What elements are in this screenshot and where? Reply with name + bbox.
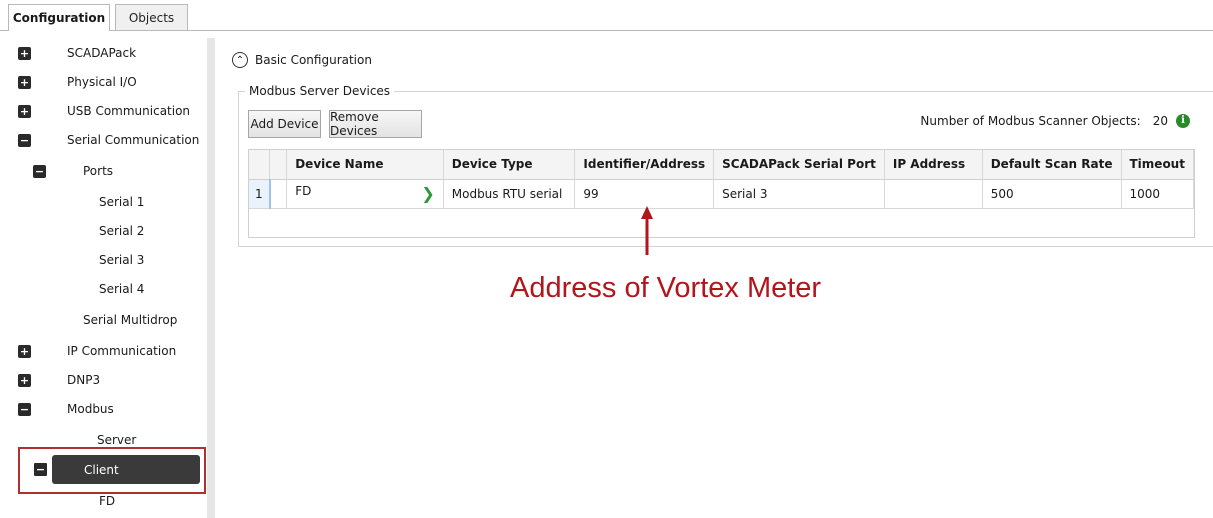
tree-item-serial-3[interactable]: Serial 3 — [99, 253, 144, 267]
expand-icon[interactable]: + — [18, 345, 31, 358]
header-spacer — [269, 150, 288, 180]
header-device-name[interactable]: Device Name — [286, 150, 444, 180]
expand-icon[interactable]: + — [18, 105, 31, 118]
tree-item-label: Modbus — [67, 402, 114, 416]
cell-ip-address[interactable] — [884, 179, 983, 209]
tree-item-serial-multidrop[interactable]: Serial Multidrop — [83, 313, 177, 327]
cell-device-name[interactable]: FD ❯ — [286, 179, 444, 209]
header-timeout[interactable]: Timeout — [1121, 150, 1194, 180]
tree-item-label: SCADAPack — [67, 46, 137, 60]
collapse-section-icon[interactable]: ⌃ — [232, 52, 248, 68]
tab-configuration[interactable]: Configuration — [8, 4, 110, 31]
collapse-icon[interactable]: − — [18, 134, 31, 147]
tree-item-label: DNP3 — [67, 373, 101, 387]
cell-identifier[interactable]: 99 — [574, 179, 715, 209]
cell-scan-rate[interactable]: 500 — [982, 179, 1122, 209]
tree-item-label: IP Communication — [67, 344, 177, 358]
expand-icon[interactable]: + — [18, 76, 31, 89]
tree-item-label: Ports — [83, 164, 114, 178]
annotation-arrow — [641, 206, 653, 255]
tree-item-label: Serial Communication — [67, 133, 200, 147]
cell-serial-port[interactable]: Serial 3 — [713, 179, 885, 209]
tab-objects[interactable]: Objects — [115, 4, 188, 30]
section-title: Basic Configuration — [255, 53, 372, 67]
expand-icon[interactable]: + — [18, 47, 31, 60]
collapse-icon[interactable]: − — [33, 165, 46, 178]
devices-table: Device Name Device Type Identifier/Addre… — [248, 149, 1195, 238]
tree-item-serial-4[interactable]: Serial 4 — [99, 282, 144, 296]
header-identifier[interactable]: Identifier/Address — [574, 150, 715, 180]
header-ip-address[interactable]: IP Address — [884, 150, 983, 180]
tree-item-serial-2[interactable]: Serial 2 — [99, 224, 144, 238]
tab-bar: Configuration Objects — [0, 0, 1213, 31]
tree-item-label: Physical I/O — [67, 75, 137, 89]
group-title: Modbus Server Devices — [245, 84, 395, 98]
scanner-count: 20 — [1152, 114, 1168, 128]
info-icon[interactable]: i — [1176, 114, 1190, 128]
highlight-box — [18, 447, 206, 494]
header-scan-rate[interactable]: Default Scan Rate — [982, 150, 1122, 180]
collapse-icon[interactable]: − — [18, 403, 31, 416]
chevron-right-icon[interactable]: ❯ — [421, 184, 434, 203]
device-name-value: FD — [295, 184, 312, 198]
tree-scrollbar[interactable] — [207, 38, 215, 518]
cell-device-type[interactable]: Modbus RTU serial — [443, 179, 576, 209]
header-serial-port[interactable]: SCADAPack Serial Port — [713, 150, 885, 180]
tree-item-label: USB Communication — [67, 104, 191, 118]
row-number[interactable]: 1 — [249, 179, 271, 209]
cell-timeout[interactable]: 1000 — [1121, 179, 1194, 209]
tree-item-serial-1[interactable]: Serial 1 — [99, 195, 144, 209]
tree-item-fd[interactable]: FD — [99, 494, 115, 508]
row-header-corner — [249, 150, 271, 180]
row-spacer — [269, 179, 288, 209]
scanner-label: Number of Modbus Scanner Objects: — [920, 114, 1141, 128]
scanner-objects-count: Number of Modbus Scanner Objects: 20 i — [920, 114, 1190, 128]
basic-configuration-header[interactable]: ⌃ Basic Configuration — [232, 52, 372, 68]
remove-devices-button[interactable]: Remove Devices — [329, 110, 422, 138]
table-header-row: Device Name Device Type Identifier/Addre… — [249, 150, 1194, 180]
annotation-label: Address of Vortex Meter — [510, 272, 822, 304]
header-device-type[interactable]: Device Type — [443, 150, 576, 180]
expand-icon[interactable]: + — [18, 374, 31, 387]
tree-item-server[interactable]: Server — [97, 433, 136, 447]
table-row[interactable]: 1 FD ❯ Modbus RTU serial 99 Serial 3 500… — [249, 179, 1194, 209]
add-device-button[interactable]: Add Device — [248, 110, 321, 138]
